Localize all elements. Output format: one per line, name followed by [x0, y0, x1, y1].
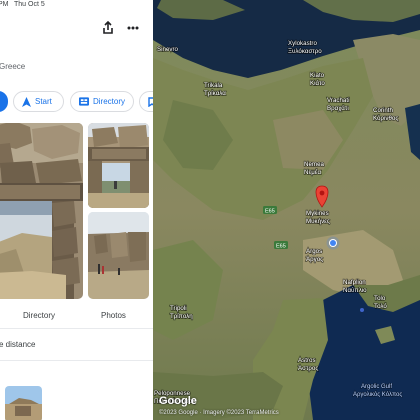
navigation-arrow-icon	[22, 96, 31, 107]
label-kiato-gr: Κιάτο	[310, 80, 325, 87]
photos-caption: Photos	[101, 311, 126, 320]
label-vrachati-gr: Βραχάτι	[327, 105, 349, 112]
road-shield-e65-south: E65	[274, 241, 288, 250]
status-time: PM	[0, 1, 9, 8]
google-logo: Google	[159, 395, 197, 407]
label-tolo: Tolo	[374, 295, 386, 302]
label-mykines: Mykines	[306, 210, 329, 217]
section-divider-2	[0, 360, 153, 361]
directory-icon	[79, 97, 89, 106]
my-location-marker	[326, 236, 340, 250]
label-corinth: Corinth	[373, 107, 394, 114]
citadel-walls-image	[88, 212, 149, 299]
label-argos: Argos	[306, 248, 322, 255]
photo-lion-gate[interactable]	[0, 123, 83, 299]
label-trikala: Trikala	[204, 82, 223, 89]
label-argolic-gulf-gr: Αργολικός Κόλπος	[353, 391, 402, 398]
more-options-button[interactable]	[126, 20, 140, 36]
start-label: Start	[35, 97, 52, 106]
label-tolo-gr: Τολό	[374, 303, 387, 310]
share-icon	[103, 20, 113, 34]
place-location: Greece	[0, 62, 26, 71]
directions-button[interactable]	[0, 91, 8, 112]
label-astros: Astros	[298, 357, 316, 364]
label-argos-gr: Άργος	[306, 256, 323, 263]
directory-caption: Directory	[23, 311, 56, 320]
directory-button[interactable]: Directory	[70, 91, 134, 112]
map-view[interactable]: Sinevro Xylokastro Ξυλόκαστρο Kiato Κιάτ…	[153, 0, 420, 420]
label-vrachati: Vrachati	[327, 97, 349, 104]
ruins-gate-image	[88, 123, 149, 208]
directory-label: Directory	[92, 97, 125, 106]
start-button[interactable]: Start	[13, 91, 64, 112]
road-e65b-label: E65	[276, 244, 286, 250]
more-vert-icon	[127, 26, 139, 30]
label-argolic-gulf: Argolic Gulf	[361, 384, 392, 390]
label-mykines-gr: Μυκήνες	[306, 218, 330, 225]
place-panel: PM Thu Oct 5 Greece Start Directory Dire…	[0, 0, 153, 420]
label-tripoli: Tripoli	[170, 305, 187, 312]
distance-section-label: e distance	[0, 340, 36, 349]
nearby-place-thumbnail[interactable]	[5, 386, 42, 420]
road-e65-label: E65	[265, 209, 275, 215]
map-attribution: ©2023 Google · Imagery ©2023 TerraMetric…	[159, 410, 279, 416]
label-kiato: Kiato	[310, 72, 325, 79]
section-divider	[0, 328, 153, 329]
label-nemea: Nemea	[304, 161, 325, 168]
tolo-water-marker	[360, 308, 364, 312]
label-xylokastro-gr: Ξυλόκαστρο	[288, 48, 322, 55]
label-nafplion-gr: Ναύπλιο	[343, 287, 367, 294]
road-shield-e65: E65	[263, 206, 277, 215]
label-trikala-gr: Τρίκαλα	[204, 90, 226, 97]
share-button[interactable]	[101, 20, 115, 36]
status-date: Thu Oct 5	[14, 1, 45, 8]
label-xylokastro: Xylokastro	[288, 40, 317, 47]
label-corinth-gr: Κόρινθος	[373, 115, 398, 122]
label-nemea-gr: Νεμέα	[304, 169, 322, 176]
label-astros-gr: Άστρος	[298, 365, 318, 372]
label-tripoli-gr: Τρίπολη	[170, 313, 193, 320]
save-button[interactable]	[139, 91, 153, 112]
label-sinevro: Sinevro	[157, 46, 179, 53]
satellite-map[interactable]: Sinevro Xylokastro Ξυλόκαστρο Kiato Κιάτ…	[153, 0, 420, 420]
nearby-place-image	[5, 386, 42, 420]
label-nafplion: Nafplion	[343, 279, 366, 286]
lion-gate-image	[0, 123, 83, 299]
photo-citadel-walls[interactable]	[88, 212, 149, 299]
photo-ruins-gate[interactable]	[88, 123, 149, 208]
